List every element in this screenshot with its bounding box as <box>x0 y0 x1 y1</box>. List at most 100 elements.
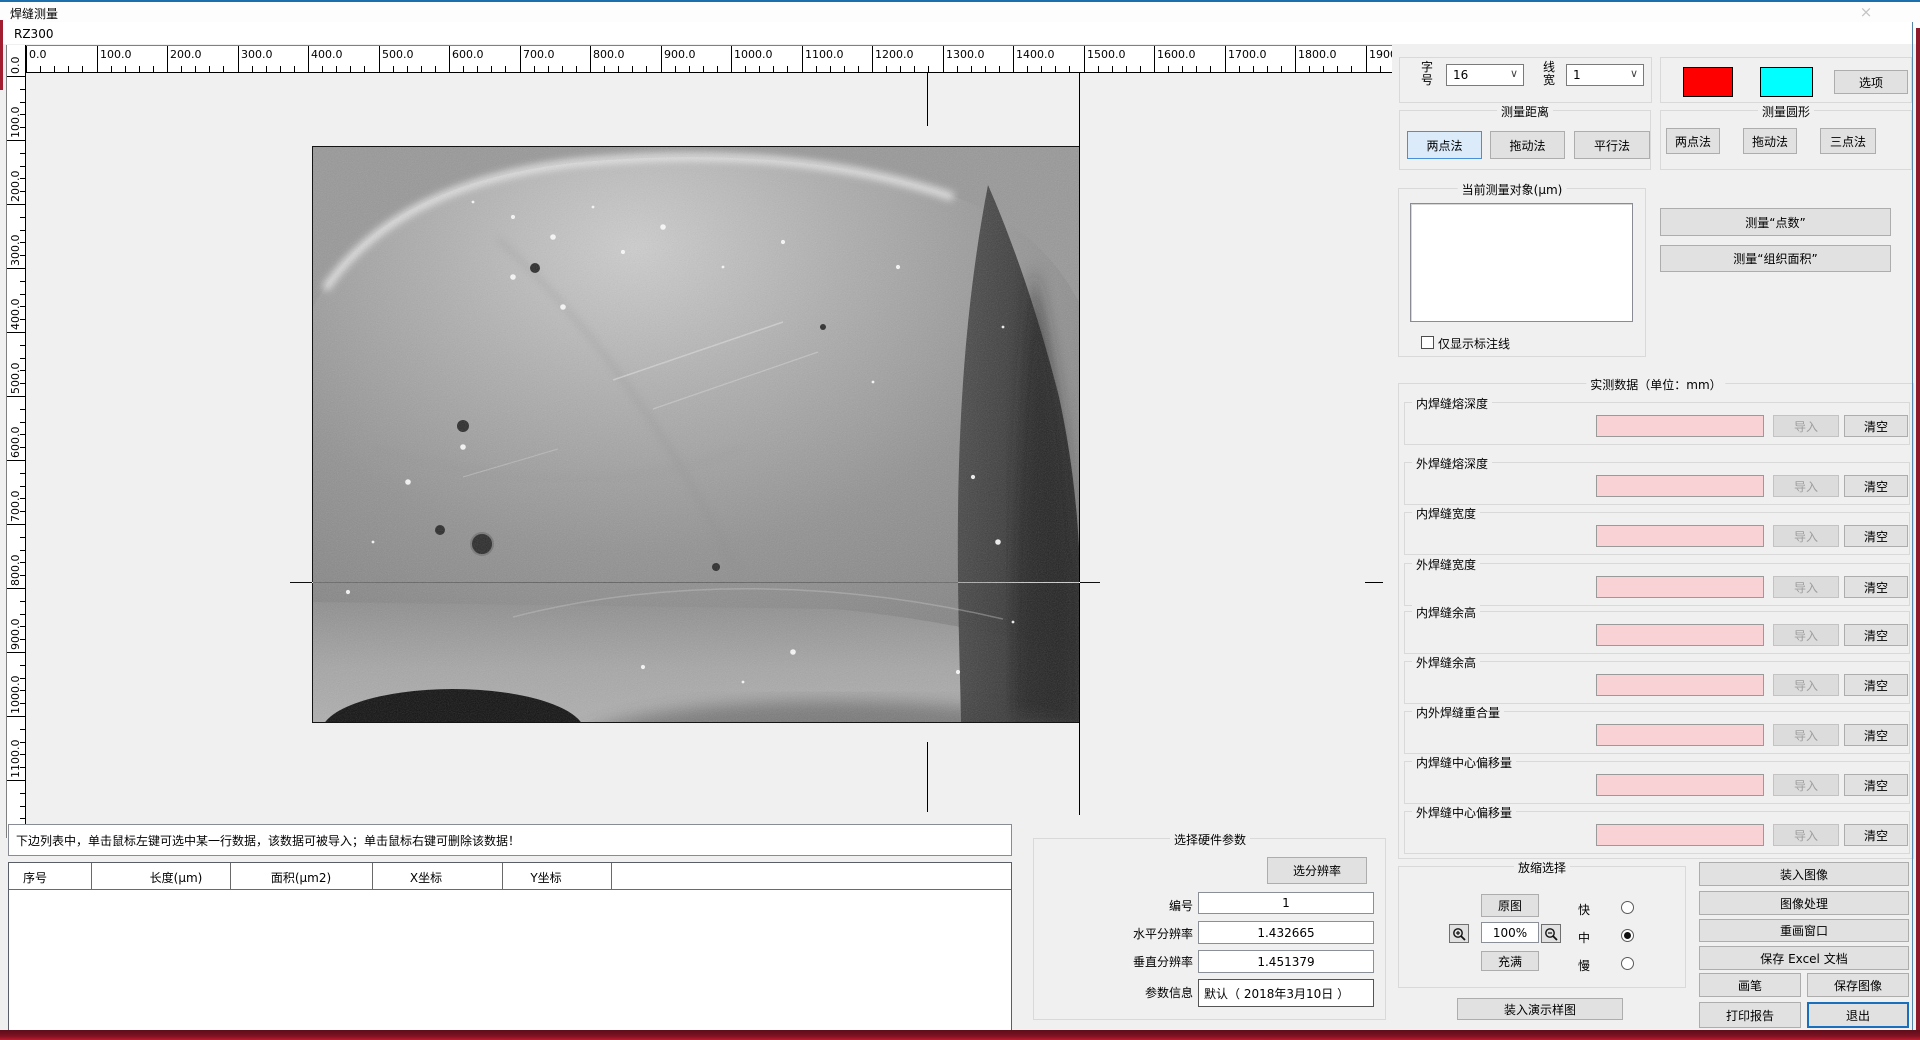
circle-method-two-point[interactable]: 两点法 <box>1666 128 1720 154</box>
h-minor-tick <box>1351 66 1352 72</box>
import-button-8[interactable]: 导入 <box>1773 824 1839 846</box>
zoom-in-button[interactable] <box>1449 924 1469 943</box>
menu-item-rz300[interactable]: RZ300 <box>14 27 53 41</box>
clear-button-6[interactable]: 清空 <box>1844 724 1908 746</box>
current-object-listbox[interactable] <box>1410 203 1633 322</box>
import-button-1[interactable]: 导入 <box>1773 475 1839 497</box>
hardware-field-label: 垂直分辨率 <box>1133 953 1193 970</box>
h-minor-tick <box>1126 66 1127 72</box>
print-report-button[interactable]: 打印报告 <box>1699 1002 1801 1028</box>
import-button-0[interactable]: 导入 <box>1773 415 1839 437</box>
import-button-5[interactable]: 导入 <box>1773 674 1839 696</box>
line-width-select[interactable]: 1∨ <box>1566 64 1644 86</box>
h-tick-label: 1400.0 <box>1016 48 1055 61</box>
weld-photo[interactable] <box>312 146 1080 723</box>
clear-button-2[interactable]: 清空 <box>1844 525 1908 547</box>
brush-button[interactable]: 画笔 <box>1699 973 1801 997</box>
h-minor-tick <box>745 66 746 72</box>
v-tick-label: 1100.0 <box>9 740 22 779</box>
speed-medium-radio[interactable] <box>1621 929 1634 942</box>
select-resolution-button[interactable]: 选分辨率 <box>1267 857 1367 884</box>
table-header-cell: Y坐标 <box>530 869 561 886</box>
import-button-6[interactable]: 导入 <box>1773 724 1839 746</box>
measured-field-4[interactable] <box>1596 624 1764 646</box>
measured-field-2[interactable] <box>1596 525 1764 547</box>
crosshair-vertical-bottom <box>927 742 928 812</box>
speed-fast-radio[interactable] <box>1621 901 1634 914</box>
h-minor-tick <box>195 66 196 72</box>
hardware-field-label: 编号 <box>1169 897 1193 914</box>
clear-button-3[interactable]: 清空 <box>1844 576 1908 598</box>
hardware-id-field[interactable]: 1 <box>1198 892 1374 914</box>
circle-method-drag[interactable]: 拖动法 <box>1743 128 1797 154</box>
h-minor-tick <box>280 66 281 72</box>
measured-row-label: 内焊缝宽度 <box>1412 505 1480 522</box>
process-image-button[interactable]: 图像处理 <box>1699 891 1909 915</box>
v-tick-label: 300.0 <box>9 235 22 267</box>
speed-fast-label: 快 <box>1578 901 1590 918</box>
h-minor-tick <box>1267 66 1268 72</box>
data-table[interactable]: 序号长度(μm)面积(μm2)X坐标Y坐标 <box>8 862 1012 1032</box>
show-annotation-only-checkbox[interactable] <box>1421 336 1434 349</box>
zoom-percent-field[interactable]: 100% <box>1481 922 1539 943</box>
h-minor-tick <box>407 66 408 72</box>
import-button-4[interactable]: 导入 <box>1773 624 1839 646</box>
clear-button-8[interactable]: 清空 <box>1844 824 1908 846</box>
save-image-button[interactable]: 保存图像 <box>1807 973 1909 997</box>
primary-color-swatch[interactable] <box>1683 67 1733 97</box>
hardware-title: 选择硬件参数 <box>1170 831 1250 848</box>
distance-method-parallel[interactable]: 平行法 <box>1574 131 1650 159</box>
chevron-down-icon: ∨ <box>1630 67 1638 80</box>
v-major-tick <box>7 524 26 525</box>
clear-button-7[interactable]: 清空 <box>1844 774 1908 796</box>
zoom-out-button[interactable] <box>1541 924 1561 943</box>
distance-method-two-point[interactable]: 两点法 <box>1407 131 1482 159</box>
h-minor-tick <box>618 66 619 72</box>
measure-area-button[interactable]: 测量“组织面积” <box>1660 245 1891 272</box>
import-button-7[interactable]: 导入 <box>1773 774 1839 796</box>
measured-field-3[interactable] <box>1596 576 1764 598</box>
measure-points-button[interactable]: 测量“点数” <box>1660 208 1891 236</box>
measured-field-8[interactable] <box>1596 824 1764 846</box>
redraw-window-button[interactable]: 重画窗口 <box>1699 919 1909 942</box>
original-size-button[interactable]: 原图 <box>1481 894 1539 917</box>
measured-row-label: 内焊缝余高 <box>1412 604 1480 621</box>
vertical-resolution-field[interactable]: 1.451379 <box>1198 950 1374 973</box>
load-demo-button[interactable]: 装入演示样图 <box>1457 998 1623 1020</box>
v-major-tick <box>7 204 26 205</box>
measured-field-5[interactable] <box>1596 674 1764 696</box>
v-tick-label: 700.0 <box>9 491 22 523</box>
save-excel-button[interactable]: 保存 Excel 文档 <box>1699 946 1909 970</box>
clear-button-0[interactable]: 清空 <box>1844 415 1908 437</box>
exit-button[interactable]: 退出 <box>1807 1002 1909 1028</box>
measured-data-title: 实测数据（单位：mm） <box>1586 376 1725 393</box>
desktop-edge-left <box>0 20 3 90</box>
load-image-button[interactable]: 装入图像 <box>1699 862 1909 886</box>
param-info-field[interactable]: 默认（ 2018年3月10日 ） <box>1198 979 1374 1007</box>
import-button-2[interactable]: 导入 <box>1773 525 1839 547</box>
font-size-select[interactable]: 16∨ <box>1446 64 1524 86</box>
measured-field-7[interactable] <box>1596 774 1764 796</box>
circle-method-three-point[interactable]: 三点法 <box>1820 128 1876 154</box>
h-minor-tick <box>689 66 690 72</box>
table-header-cell: X坐标 <box>410 869 442 886</box>
distance-method-drag[interactable]: 拖动法 <box>1490 131 1565 159</box>
clear-button-5[interactable]: 清空 <box>1844 674 1908 696</box>
options-button[interactable]: 选项 <box>1834 70 1908 94</box>
close-icon[interactable]: × <box>1852 3 1880 21</box>
h-major-tick <box>1225 46 1226 72</box>
h-tick-label: 1000.0 <box>734 48 773 61</box>
current-object-title: 当前测量对象(μm) <box>1458 181 1567 198</box>
horizontal-resolution-field[interactable]: 1.432665 <box>1198 921 1374 944</box>
clear-button-1[interactable]: 清空 <box>1844 475 1908 497</box>
measured-field-1[interactable] <box>1596 475 1764 497</box>
secondary-color-swatch[interactable] <box>1760 67 1813 97</box>
clear-button-4[interactable]: 清空 <box>1844 624 1908 646</box>
speed-slow-radio[interactable] <box>1621 957 1634 970</box>
measured-field-0[interactable] <box>1596 415 1764 437</box>
fit-button[interactable]: 充满 <box>1481 951 1539 971</box>
h-minor-tick <box>1069 66 1070 72</box>
h-tick-label: 0.0 <box>29 48 47 61</box>
measured-field-6[interactable] <box>1596 724 1764 746</box>
import-button-3[interactable]: 导入 <box>1773 576 1839 598</box>
